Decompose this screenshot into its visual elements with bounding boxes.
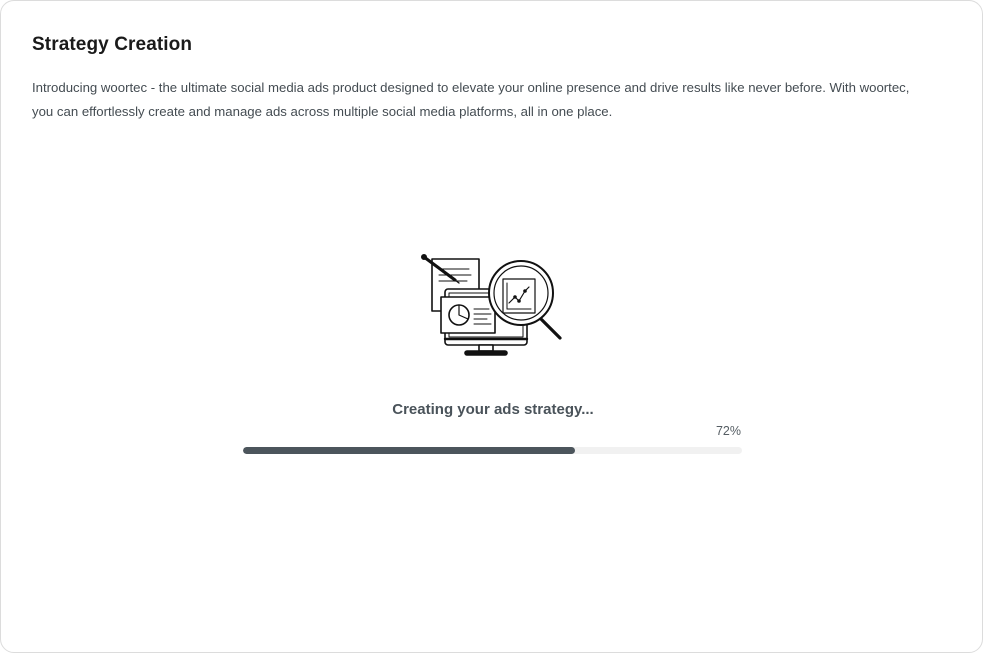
strategy-creation-card: Strategy Creation Introducing woortec - … bbox=[0, 0, 983, 653]
progress-percent-label: 72% bbox=[715, 424, 741, 438]
progress-bar bbox=[243, 447, 742, 454]
progress-bar-fill bbox=[243, 447, 575, 454]
page-title: Strategy Creation bbox=[32, 34, 193, 55]
page-description: Introducing woortec - the ultimate socia… bbox=[32, 80, 910, 119]
monitor-analytics-magnifier-icon bbox=[419, 253, 565, 365]
loading-status-text: Creating your ads strategy... bbox=[392, 401, 594, 418]
